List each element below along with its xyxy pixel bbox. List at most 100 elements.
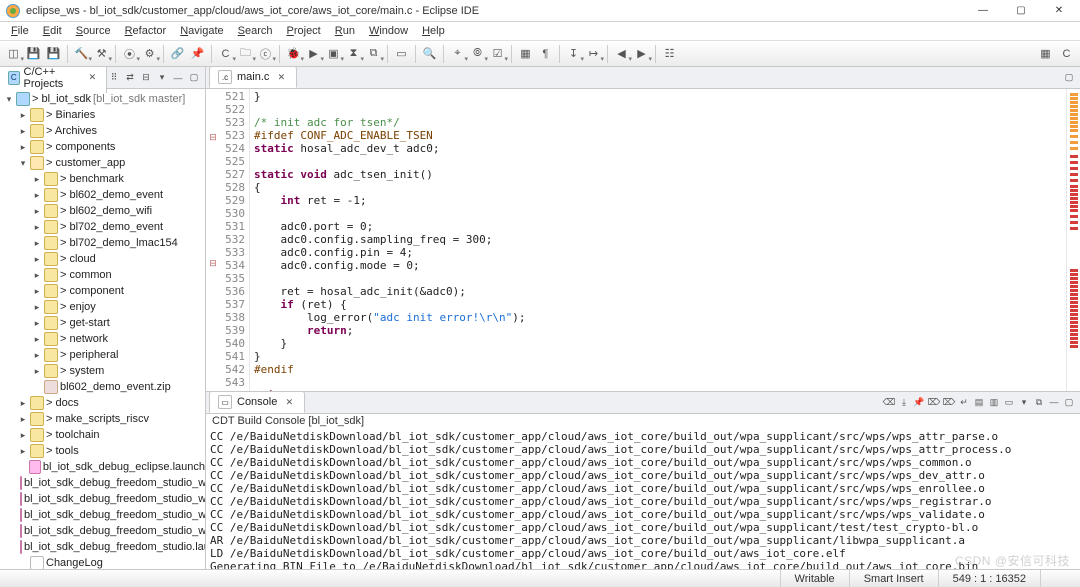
tree-expand-icon[interactable]: ▸ bbox=[32, 238, 42, 249]
tree-expand-icon[interactable]: ▸ bbox=[18, 110, 28, 121]
pin-icon[interactable]: 📌 bbox=[188, 44, 207, 63]
tree-item-components[interactable]: ▸> components bbox=[0, 139, 205, 155]
tree-item-system[interactable]: ▸> system bbox=[0, 363, 205, 379]
new-cproject-icon[interactable]: C bbox=[216, 44, 235, 63]
overview-mark[interactable] bbox=[1070, 215, 1078, 218]
view-options-icon[interactable]: ▾ bbox=[155, 71, 169, 85]
task-icon[interactable]: ☑ bbox=[488, 44, 507, 63]
overview-mark[interactable] bbox=[1070, 281, 1078, 284]
overview-mark[interactable] bbox=[1070, 333, 1078, 336]
overview-mark[interactable] bbox=[1070, 125, 1078, 128]
overview-mark[interactable] bbox=[1070, 147, 1078, 150]
menu-help[interactable]: Help bbox=[415, 24, 452, 38]
editor-overview-ruler[interactable] bbox=[1066, 89, 1080, 391]
tree-item-benchmark[interactable]: ▸> benchmark bbox=[0, 171, 205, 187]
console-max-icon[interactable]: ▢ bbox=[1062, 395, 1076, 409]
tree-expand-icon[interactable]: ▸ bbox=[32, 302, 42, 313]
tree-expand-icon[interactable]: ▸ bbox=[18, 126, 28, 137]
tree-item-archives[interactable]: ▸> Archives bbox=[0, 123, 205, 139]
step-icon[interactable]: ↧ bbox=[564, 44, 583, 63]
tree-collapse-icon[interactable]: ▾ bbox=[18, 158, 28, 169]
tree-item-bl602-demo-wifi[interactable]: ▸> bl602_demo_wifi bbox=[0, 203, 205, 219]
link-icon[interactable]: 🔗 bbox=[168, 44, 187, 63]
tree-expand-icon[interactable]: ▸ bbox=[32, 190, 42, 201]
tree-expand-icon[interactable]: ▸ bbox=[18, 446, 28, 457]
overview-mark[interactable] bbox=[1070, 197, 1078, 200]
console-scroll-lock-icon[interactable]: ⤓ bbox=[897, 395, 911, 409]
tree-expand-icon[interactable]: ▸ bbox=[32, 254, 42, 265]
overview-mark[interactable] bbox=[1070, 305, 1078, 308]
tree-item-bl702-demo-lmac154[interactable]: ▸> bl702_demo_lmac154 bbox=[0, 235, 205, 251]
overview-mark[interactable] bbox=[1070, 321, 1078, 324]
overview-mark[interactable] bbox=[1070, 337, 1078, 340]
tree-expand-icon[interactable]: ▸ bbox=[32, 350, 42, 361]
save-all-icon[interactable]: 💾 bbox=[44, 44, 63, 63]
overview-mark[interactable] bbox=[1070, 325, 1078, 328]
maximize-view-icon[interactable]: ▢ bbox=[187, 71, 201, 85]
toolchain-icon[interactable]: ⚙ bbox=[140, 44, 159, 63]
console-remove-icon[interactable]: ⌦ bbox=[927, 395, 941, 409]
tree-item-bl-iot-sdk-debug-freedom-studio-win-attach-launch[interactable]: bl_iot_sdk_debug_freedom_studio_win_atta… bbox=[0, 491, 205, 507]
console-remove-all-icon[interactable]: ⌦ bbox=[942, 395, 956, 409]
window-maximize-button[interactable]: ▢ bbox=[1006, 2, 1036, 20]
tree-expand-icon[interactable]: ▸ bbox=[32, 222, 42, 233]
new-class-icon[interactable]: ⓒ bbox=[256, 44, 275, 63]
overview-mark[interactable] bbox=[1070, 193, 1078, 196]
overview-mark[interactable] bbox=[1070, 301, 1078, 304]
minimize-view-icon[interactable]: — bbox=[171, 71, 185, 85]
tree-item-changelog[interactable]: ChangeLog bbox=[0, 555, 205, 569]
console-tab[interactable]: ▭ Console ✕ bbox=[209, 391, 305, 413]
tree-expand-icon[interactable]: ▸ bbox=[32, 270, 42, 281]
menu-source[interactable]: Source bbox=[69, 24, 118, 38]
tree-expand-icon[interactable]: ▸ bbox=[18, 414, 28, 425]
tree-item-component[interactable]: ▸> component bbox=[0, 283, 205, 299]
tree-expand-icon[interactable]: ▸ bbox=[32, 334, 42, 345]
forward-icon[interactable]: ▶ bbox=[632, 44, 651, 63]
tree-item-bl-iot-sdk-debug-freedom-studio-launch[interactable]: bl_iot_sdk_debug_freedom_studio.launch bbox=[0, 539, 205, 555]
tree-item-toolchain[interactable]: ▸> toolchain bbox=[0, 427, 205, 443]
tree-item-bl602-demo-event-zip[interactable]: bl602_demo_event.zip bbox=[0, 379, 205, 395]
tree-item-common[interactable]: ▸> common bbox=[0, 267, 205, 283]
terminal-icon[interactable]: ▭ bbox=[392, 44, 411, 63]
view-menu-icon[interactable]: ⠿ bbox=[107, 71, 121, 85]
menu-navigate[interactable]: Navigate bbox=[173, 24, 230, 38]
overview-mark[interactable] bbox=[1070, 289, 1078, 292]
overview-mark[interactable] bbox=[1070, 105, 1078, 108]
overview-mark[interactable] bbox=[1070, 173, 1078, 176]
overview-mark[interactable] bbox=[1070, 109, 1078, 112]
tree-item-customer-app[interactable]: ▾> customer_app bbox=[0, 155, 205, 171]
overview-mark[interactable] bbox=[1070, 189, 1078, 192]
overview-mark[interactable] bbox=[1070, 221, 1078, 224]
block-sel-icon[interactable]: ▦ bbox=[516, 44, 535, 63]
console-show-out-icon[interactable]: ▤ bbox=[972, 395, 986, 409]
save-icon[interactable]: 💾 bbox=[24, 44, 43, 63]
console-wrap-icon[interactable]: ↵ bbox=[957, 395, 971, 409]
overview-mark[interactable] bbox=[1070, 345, 1078, 348]
tree-expand-icon[interactable]: ▸ bbox=[32, 366, 42, 377]
console-pin-icon[interactable]: 📌 bbox=[912, 395, 926, 409]
console-display-sel-icon[interactable]: ▾ bbox=[1017, 395, 1031, 409]
console-body[interactable]: CC /e/BaiduNetdiskDownload/bl_iot_sdk/cu… bbox=[206, 428, 1080, 569]
editor-maximize-icon[interactable]: ▢ bbox=[1062, 70, 1076, 84]
tree-expand-icon[interactable]: ▸ bbox=[18, 430, 28, 441]
tree-item-get-start[interactable]: ▸> get-start bbox=[0, 315, 205, 331]
build-config-icon[interactable]: ⚒ bbox=[92, 44, 111, 63]
run-icon[interactable]: ▶ bbox=[304, 44, 323, 63]
overview-mark[interactable] bbox=[1070, 101, 1078, 104]
overview-mark[interactable] bbox=[1070, 277, 1078, 280]
new-icon[interactable]: ◫ bbox=[4, 44, 23, 63]
overview-mark[interactable] bbox=[1070, 209, 1078, 212]
overview-mark[interactable] bbox=[1070, 273, 1078, 276]
tree-expand-icon[interactable]: ▸ bbox=[32, 206, 42, 217]
overview-mark[interactable] bbox=[1070, 93, 1078, 96]
tree-item-cloud[interactable]: ▸> cloud bbox=[0, 251, 205, 267]
overview-mark[interactable] bbox=[1070, 297, 1078, 300]
editor-tab-close-icon[interactable]: ✕ bbox=[274, 70, 288, 84]
overview-mark[interactable] bbox=[1070, 121, 1078, 124]
console-open-icon[interactable]: ▭ bbox=[1002, 395, 1016, 409]
tree-expand-icon[interactable]: ▸ bbox=[32, 174, 42, 185]
overview-mark[interactable] bbox=[1070, 161, 1078, 164]
coverage-icon[interactable]: ▣ bbox=[324, 44, 343, 63]
code-editor[interactable]: ⊟⊟ 5215225235235245255275285295305315325… bbox=[206, 89, 1080, 391]
toggle-mark-icon[interactable]: ⌖ bbox=[448, 44, 467, 63]
